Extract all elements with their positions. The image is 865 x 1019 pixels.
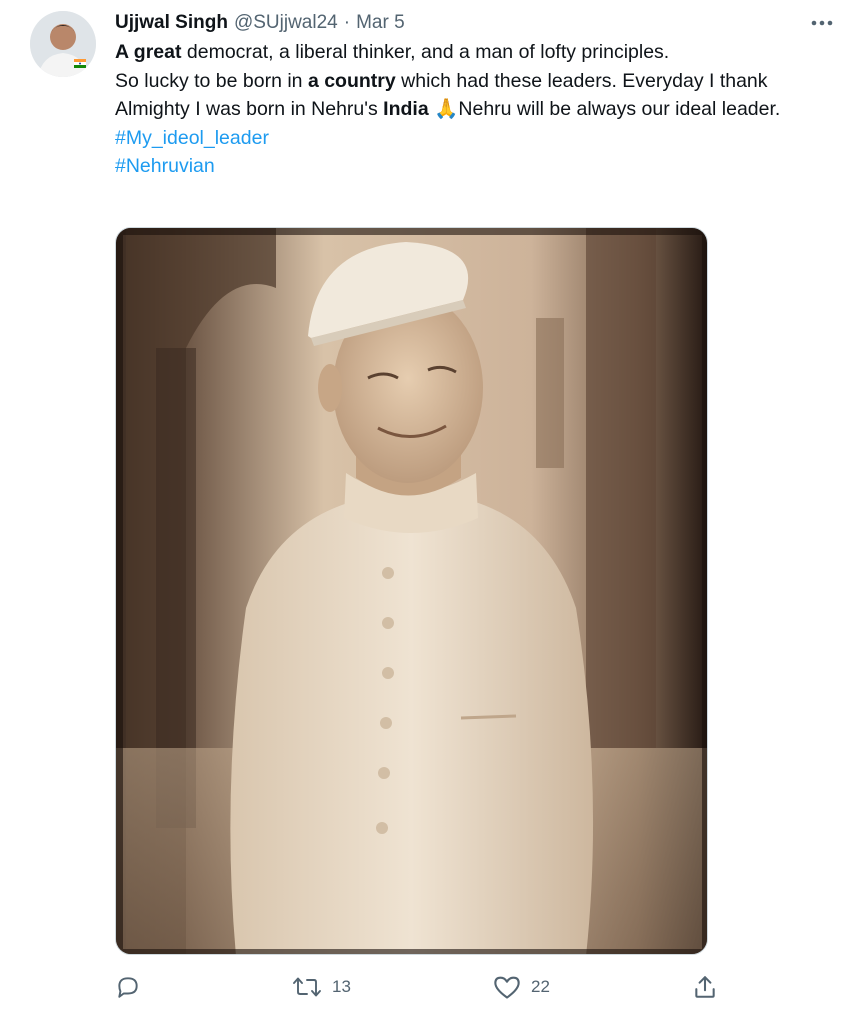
heart-icon (494, 976, 520, 999)
bold-phrase: a country (307, 69, 396, 92)
header-separator: · (343, 12, 351, 33)
retweet-count: 13 (332, 977, 351, 996)
tweet-date[interactable]: Mar 5 (356, 12, 405, 34)
retweet-icon (293, 977, 321, 997)
bold-phrase: A great (115, 41, 182, 63)
tweet-text-line-2: So lucky to be born in a country which h… (115, 67, 840, 124)
portrait-photo-image (116, 228, 707, 954)
more-horizontal-icon (811, 20, 833, 26)
bold-phrase: India (383, 98, 429, 120)
share-button[interactable] (692, 974, 718, 1000)
tweet-photo[interactable] (115, 227, 708, 955)
author-avatar[interactable] (30, 11, 96, 77)
text-segment: So lucky to be born in (115, 69, 308, 92)
like-count: 22 (531, 977, 550, 996)
text-segment: Nehru will be always our ideal leader. (458, 98, 781, 120)
hashtag-link[interactable]: #My_ideol_leader (115, 124, 840, 153)
retweet-button[interactable]: 13 (292, 974, 351, 1000)
author-display-name[interactable]: Ujjwal Singh (115, 12, 228, 34)
folded-hands-emoji: 🙏 (434, 98, 459, 120)
share-icon (695, 976, 715, 998)
tweet-text: A great democrat, a liberal thinker, and… (115, 38, 840, 181)
reply-icon (118, 977, 138, 998)
user-avatar-icon (30, 11, 96, 77)
tweet: Ujjwal Singh @SUjjwal24 · Mar 5 A great … (0, 0, 865, 1019)
hashtag-link[interactable]: #Nehruvian (115, 152, 840, 181)
tweet-text-line-1: A great democrat, a liberal thinker, and… (115, 38, 840, 67)
author-handle[interactable]: @SUjjwal24 (234, 12, 338, 34)
like-button[interactable]: 22 (493, 974, 550, 1000)
tweet-header: Ujjwal Singh @SUjjwal24 · Mar 5 (115, 10, 405, 36)
text-segment: democrat, a liberal thinker, and a man o… (181, 41, 670, 63)
reply-button[interactable] (115, 974, 141, 1000)
tweet-action-bar: 13 22 (0, 970, 865, 1010)
more-options-button[interactable] (809, 12, 835, 34)
